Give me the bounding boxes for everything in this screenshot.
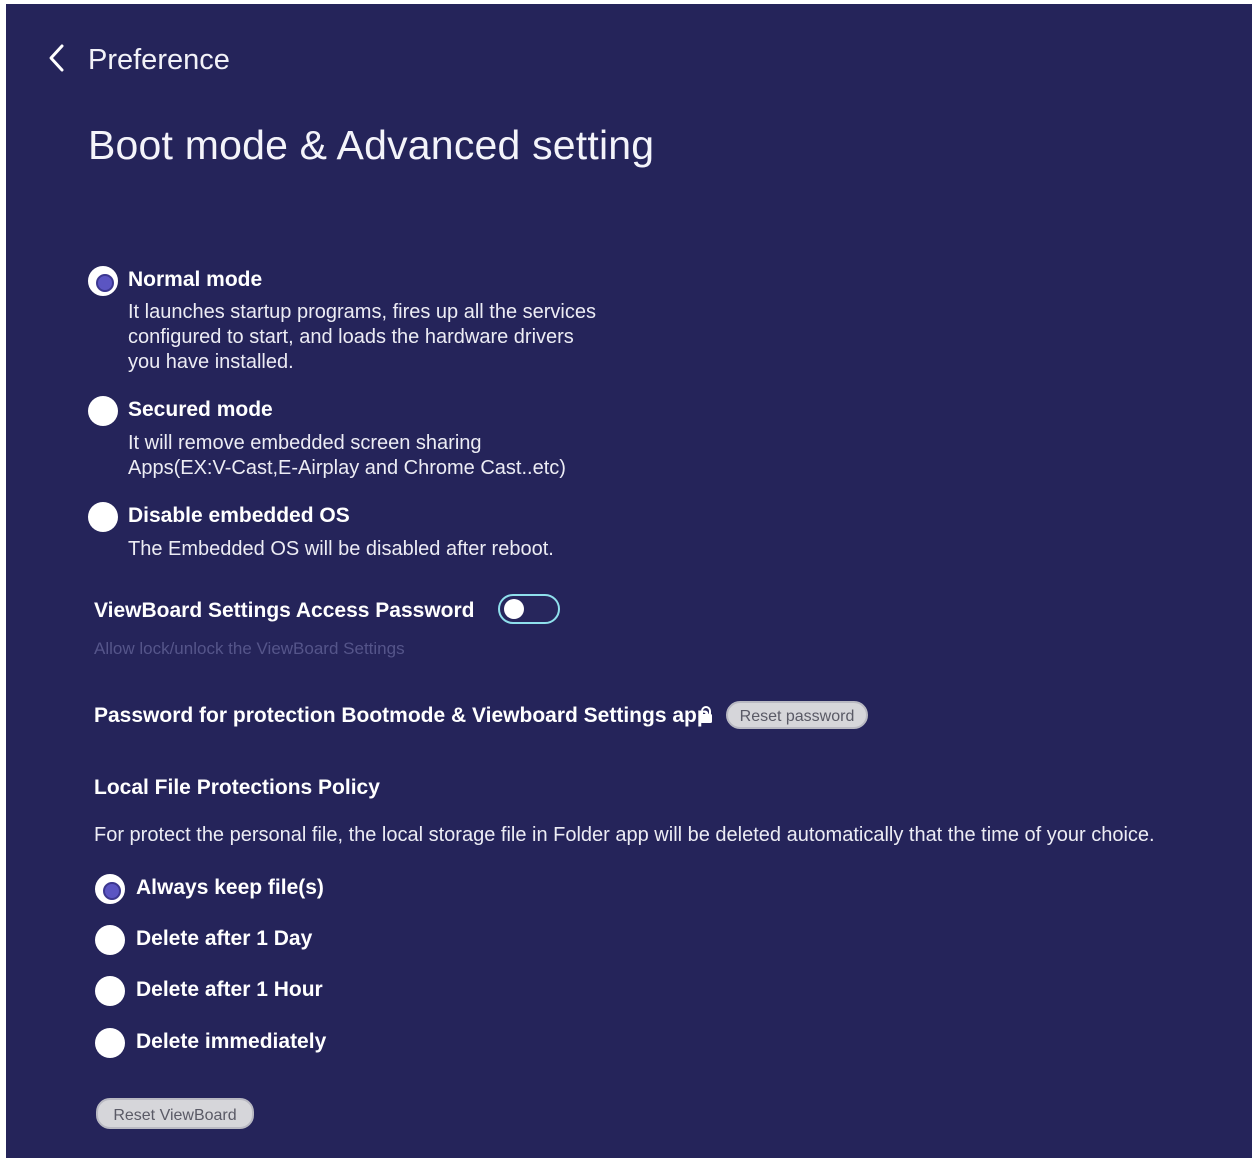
file-policy-option-label: Always keep file(s) (136, 876, 324, 899)
boot-mode-label: Normal mode (128, 268, 263, 291)
radio-always-keep[interactable] (95, 874, 125, 904)
settings-screen: Preference Boot mode & Advanced setting … (6, 4, 1252, 1158)
reset-viewboard-button[interactable]: Reset ViewBoard (96, 1098, 254, 1129)
radio-delete-after-hour[interactable] (95, 976, 125, 1006)
lock-icon (700, 706, 712, 723)
radio-normal-mode[interactable] (88, 266, 118, 296)
file-policy-option-label: Delete after 1 Day (136, 927, 313, 950)
radio-secured-mode[interactable] (88, 396, 118, 426)
radio-delete-after-day[interactable] (95, 925, 125, 955)
access-password-label: ViewBoard Settings Access Password (94, 599, 475, 622)
access-password-hint: Allow lock/unlock the ViewBoard Settings (94, 639, 405, 658)
page-title: Boot mode & Advanced setting (88, 122, 655, 168)
file-policy-option-label: Delete after 1 Hour (136, 978, 323, 1001)
file-policy-option-label: Delete immediately (136, 1030, 327, 1053)
file-policy-description: For protect the personal file, the local… (94, 824, 1155, 846)
radio-disable-embedded-os[interactable] (88, 502, 118, 532)
boot-mode-desc-line: It launches startup programs, fires up a… (128, 301, 596, 323)
boot-mode-desc-line: you have installed. (128, 351, 294, 373)
access-password-toggle[interactable] (498, 594, 560, 624)
toggle-knob (504, 599, 524, 619)
file-policy-heading: Local File Protections Policy (94, 776, 380, 799)
boot-mode-label: Secured mode (128, 398, 273, 421)
boot-mode-label: Disable embedded OS (128, 504, 350, 527)
boot-mode-desc-line: The Embedded OS will be disabled after r… (128, 538, 554, 560)
protection-password-label: Password for protection Bootmode & Viewb… (94, 704, 710, 727)
reset-password-button[interactable]: Reset password (726, 701, 868, 729)
boot-mode-desc-line: It will remove embedded screen sharing (128, 432, 482, 454)
boot-mode-desc-line: configured to start, and loads the hardw… (128, 326, 574, 348)
chevron-left-icon[interactable] (42, 40, 72, 76)
boot-mode-desc-line: Apps(EX:V-Cast,E-Airplay and Chrome Cast… (128, 457, 566, 479)
radio-delete-immediately[interactable] (95, 1028, 125, 1058)
breadcrumb: Preference (88, 44, 230, 76)
